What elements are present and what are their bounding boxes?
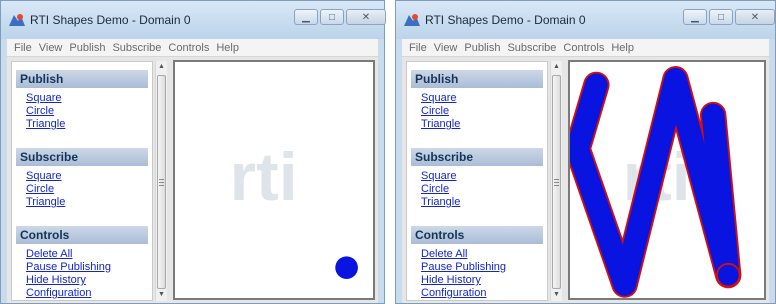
menu-view[interactable]: View	[434, 42, 458, 54]
window-title: RTI Shapes Demo - Domain 0	[425, 13, 586, 27]
minimize-icon: ▁	[691, 11, 699, 23]
shapes-canvas[interactable]: rti	[173, 60, 375, 300]
menu-bar: File View Publish Subscribe Controls Hel…	[7, 39, 378, 57]
hide-history-link[interactable]: Hide History	[26, 274, 86, 286]
app-icon	[404, 14, 420, 26]
subscribe-square-link[interactable]: Square	[26, 170, 61, 182]
configuration-link[interactable]: Configuration	[26, 287, 91, 299]
publish-triangle-link[interactable]: Triangle	[421, 118, 460, 130]
menu-publish[interactable]: Publish	[464, 42, 500, 54]
menu-view[interactable]: View	[39, 42, 63, 54]
close-icon: ✕	[750, 11, 760, 23]
menu-controls[interactable]: Controls	[563, 42, 604, 54]
subscribe-triangle-link[interactable]: Triangle	[421, 196, 460, 208]
side-panel: Publish Square Circle Triangle Subscribe…	[11, 61, 153, 301]
menu-file[interactable]: File	[409, 42, 427, 54]
pause-publishing-link[interactable]: Pause Publishing	[421, 261, 506, 273]
shape-layer	[570, 66, 742, 298]
client-area: Publish Square Circle Triangle Subscribe…	[7, 57, 378, 303]
menu-help[interactable]: Help	[611, 42, 634, 54]
maximize-icon: □	[717, 11, 725, 23]
subscribe-circle-link[interactable]: Circle	[26, 183, 54, 195]
menu-help[interactable]: Help	[216, 42, 239, 54]
delete-all-link[interactable]: Delete All	[26, 248, 72, 260]
publish-circle-link[interactable]: Circle	[421, 105, 449, 117]
controls-section-header: Controls	[16, 226, 148, 244]
side-panel: Publish Square Circle Triangle Subscribe…	[406, 61, 548, 301]
title-bar[interactable]: RTI Shapes Demo - Domain 0 ▁ □ ✕	[1, 1, 386, 39]
subscribe-triangle-link[interactable]: Triangle	[26, 196, 65, 208]
hide-history-link[interactable]: Hide History	[421, 274, 481, 286]
side-panel-scrollbar[interactable]: ▲ ▼	[550, 61, 562, 301]
minimize-button[interactable]: ▁	[683, 9, 707, 25]
scrollbar-thumb[interactable]	[552, 75, 561, 289]
app-icon	[9, 14, 25, 26]
maximize-button[interactable]: □	[320, 9, 344, 25]
published-circle-shape	[335, 256, 358, 279]
close-button[interactable]: ✕	[735, 9, 775, 25]
pause-publishing-link[interactable]: Pause Publishing	[26, 261, 111, 273]
publish-square-link[interactable]: Square	[421, 92, 456, 104]
minimize-button[interactable]: ▁	[294, 9, 318, 25]
shapes-demo-window-left: RTI Shapes Demo - Domain 0 ▁ □ ✕ File Vi…	[0, 0, 386, 304]
menu-controls[interactable]: Controls	[168, 42, 209, 54]
menu-publish[interactable]: Publish	[69, 42, 105, 54]
side-panel-scrollbar[interactable]: ▲ ▼	[155, 61, 167, 301]
menu-bar: File View Publish Subscribe Controls Hel…	[402, 39, 769, 57]
client-area: Publish Square Circle Triangle Subscribe…	[402, 57, 769, 303]
shapes-demo-window-right: RTI Shapes Demo - Domain 0 ▁ □ ✕ File Vi…	[395, 0, 776, 304]
subscribe-section-header: Subscribe	[16, 148, 148, 166]
scrollbar-thumb[interactable]	[157, 75, 166, 289]
maximize-icon: □	[328, 11, 336, 23]
publish-circle-link[interactable]: Circle	[26, 105, 54, 117]
menu-file[interactable]: File	[14, 42, 32, 54]
grip-line	[159, 179, 164, 180]
scroll-down-arrow-icon[interactable]: ▼	[551, 289, 562, 301]
menu-subscribe[interactable]: Subscribe	[112, 42, 161, 54]
grip-line	[554, 179, 559, 180]
grip-line	[554, 182, 559, 183]
scroll-up-arrow-icon[interactable]: ▲	[156, 61, 167, 73]
menu-subscribe[interactable]: Subscribe	[507, 42, 556, 54]
grip-line	[159, 185, 164, 186]
publish-triangle-link[interactable]: Triangle	[26, 118, 65, 130]
publish-square-link[interactable]: Square	[26, 92, 61, 104]
maximize-button[interactable]: □	[709, 9, 733, 25]
title-bar[interactable]: RTI Shapes Demo - Domain 0 ▁ □ ✕	[396, 1, 775, 39]
grip-line	[554, 185, 559, 186]
subscribe-section-header: Subscribe	[411, 148, 543, 166]
shape-layer	[335, 256, 358, 279]
close-button[interactable]: ✕	[346, 9, 386, 25]
scroll-down-arrow-icon[interactable]: ▼	[156, 289, 167, 301]
window-title: RTI Shapes Demo - Domain 0	[30, 13, 191, 27]
shapes-canvas[interactable]: rti	[568, 60, 766, 300]
subscribe-circle-link[interactable]: Circle	[421, 183, 449, 195]
publish-section-header: Publish	[16, 70, 148, 88]
controls-section-header: Controls	[411, 226, 543, 244]
delete-all-link[interactable]: Delete All	[421, 248, 467, 260]
subscribe-square-link[interactable]: Square	[421, 170, 456, 182]
configuration-link[interactable]: Configuration	[421, 287, 486, 299]
publish-section-header: Publish	[411, 70, 543, 88]
grip-line	[159, 182, 164, 183]
minimize-icon: ▁	[302, 11, 310, 23]
close-icon: ✕	[361, 11, 371, 23]
scroll-up-arrow-icon[interactable]: ▲	[551, 61, 562, 73]
